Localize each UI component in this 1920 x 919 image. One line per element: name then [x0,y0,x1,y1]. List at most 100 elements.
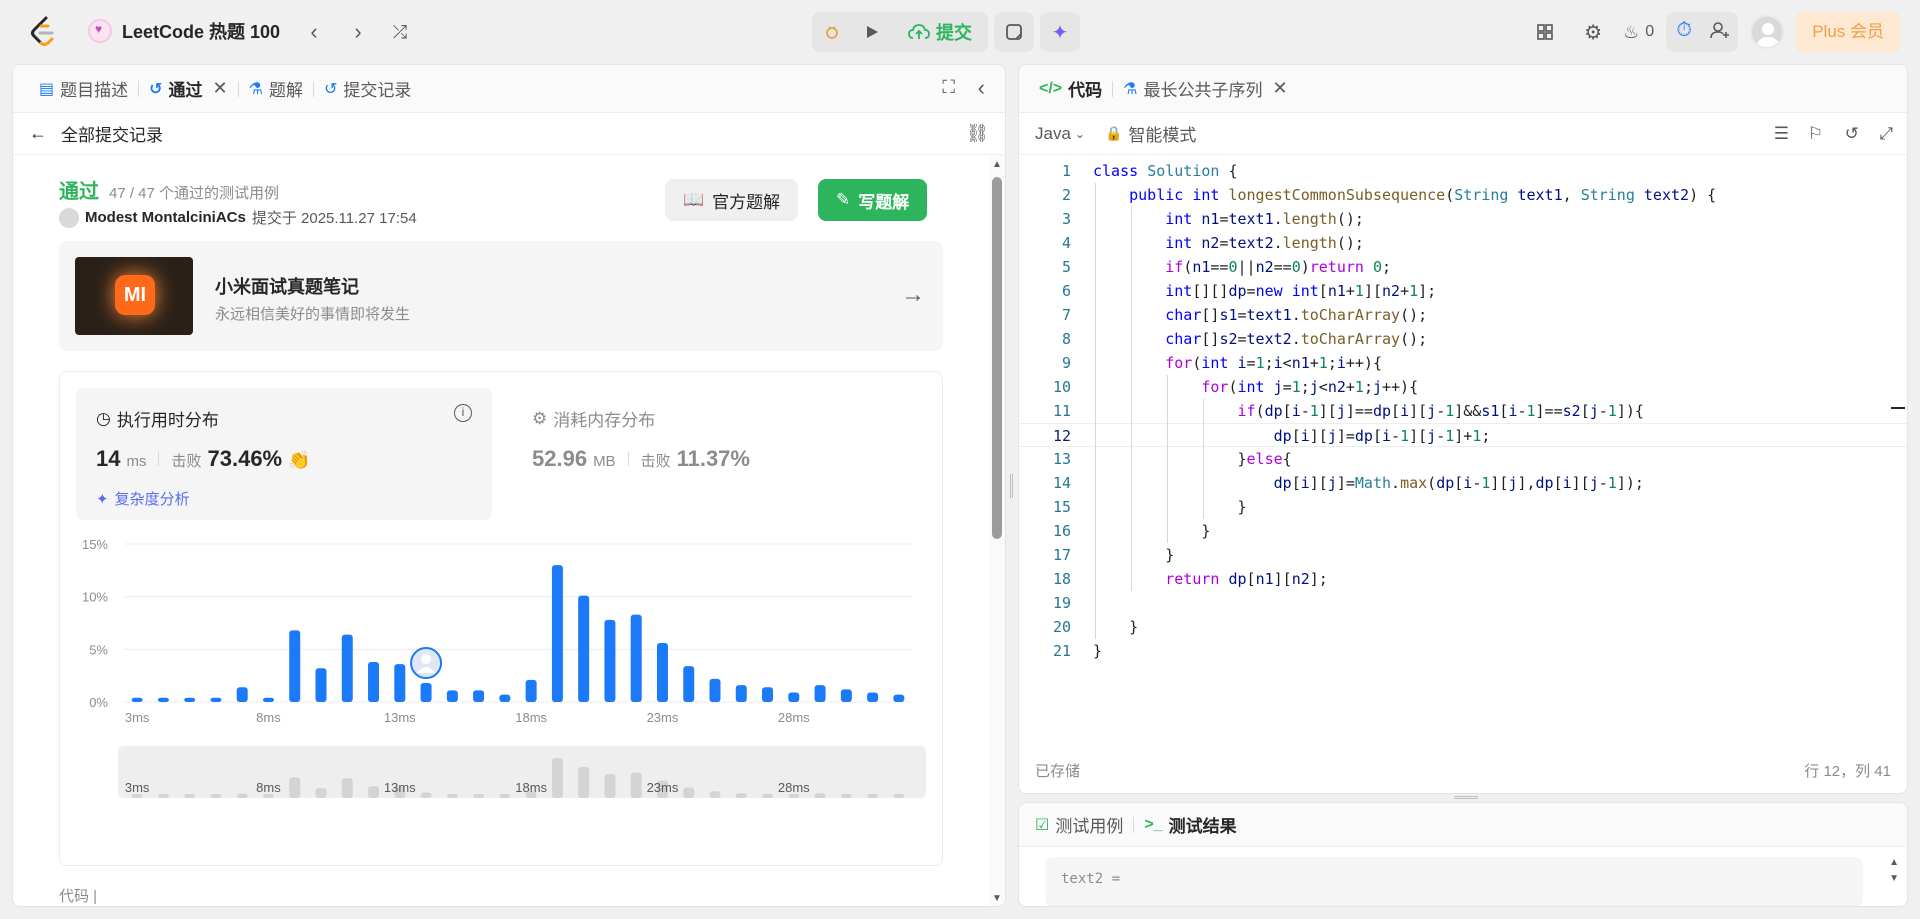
line-number: 8 [1061,330,1071,348]
streak-counter[interactable]: ♨ 0 [1623,22,1654,43]
x-tick-label: 18ms [515,710,547,725]
code-line[interactable]: 16 } [1019,519,1907,543]
code-line[interactable]: 10 for(int j=1;j<n2+1;j++){ [1019,375,1907,399]
line-number: 9 [1061,354,1071,372]
write-solution-button[interactable]: ✎ 写题解 [818,179,928,221]
tab-problem-note[interactable]: ⚗ 最长公共子序列 ✕ [1113,65,1297,113]
note-button[interactable] [994,12,1034,52]
tab-test-result[interactable]: >_ 测试结果 [1134,803,1246,847]
code-line[interactable]: 12 dp[i][j]=dp[i-1][j-1]+1; [1019,423,1907,447]
code-line[interactable]: 6 int[][]dp=new int[n1+1][n2+1]; [1019,279,1907,303]
code-line[interactable]: 2 public int longestCommonSubsequence(St… [1019,183,1907,207]
promo-card[interactable]: MI 小米面试真题笔记 永远相信美好的事情即将发生 → [59,241,943,351]
ai-button[interactable]: ✦ [1040,12,1080,52]
indent-guide [1131,207,1133,591]
code-line[interactable]: 13 }else{ [1019,447,1907,471]
add-friend-icon[interactable] [1702,12,1738,48]
user-avatar[interactable] [1750,15,1785,49]
timer-icon[interactable]: ⏱ [1666,12,1702,48]
leetcode-logo-icon[interactable] [28,16,58,48]
plus-membership-button[interactable]: Plus 会员 [1796,12,1900,52]
chart-bar [762,687,774,702]
arrow-right-icon[interactable]: → [901,281,925,309]
code-line[interactable]: 8 char[]s2=text2.toCharArray(); [1019,327,1907,351]
horizontal-splitter[interactable] [1454,796,1478,799]
collapse-icon[interactable]: ‹ [978,75,985,101]
editor-toolbar: Java ⌄ 🔒 智能模式 ☰ ⚐ ↺ ⤢ [1019,113,1907,155]
line-number: 12 [1052,427,1071,445]
debug-icon[interactable] [812,12,852,52]
settings-gear-icon[interactable]: ⚙ [1575,14,1611,50]
prev-problem-icon[interactable]: ‹ [302,20,326,44]
layout-icon[interactable] [1527,14,1563,50]
save-status: 已存储 [1035,763,1081,780]
code-line[interactable]: 21} [1019,639,1907,663]
reset-icon[interactable]: ↺ [1845,124,1859,144]
code-line[interactable]: 20 } [1019,615,1907,639]
code-editor[interactable]: 1 class Solution {2 public int longestCom… [1019,155,1907,745]
code-text: char[]s2=text2.toCharArray(); [1165,330,1428,348]
chevron-down-icon[interactable]: ⌄ [1075,127,1085,141]
y-tick-label: 5% [89,642,108,657]
code-line[interactable]: 9 for(int i=1;i<n1+1;i++){ [1019,351,1907,375]
close-tab-icon[interactable]: ✕ [213,78,228,99]
expand-icon[interactable]: ⤢ [1879,124,1893,144]
runtime-distribution-chart[interactable]: 15% 10% 5% 0% 3ms 8ms 13ms 18ms 23ms 28ms 3ms 8ms 13… [60,530,944,865]
memory-beat: 11.37% [676,446,750,471]
code-line[interactable]: 18 return dp[n1][n2]; [1019,567,1907,591]
tab-submissions[interactable]: ↺ 提交记录 [314,65,421,113]
smart-mode-label[interactable]: 智能模式 [1128,121,1196,146]
vertical-splitter[interactable] [1010,474,1013,498]
problem-list-selector[interactable]: LeetCode 热题 100 [88,18,280,44]
tab-code[interactable]: </> 代码 [1029,65,1112,113]
format-icon[interactable]: ☰ [1774,124,1789,144]
code-line[interactable]: 11 if(dp[i-1][j]==dp[i][j-1]&&s1[i-1]==s… [1019,399,1907,423]
scroll-up-icon[interactable]: ▲ [992,159,1002,170]
code-line[interactable]: 14 dp[i][j]=Math.max(dp[i-1][j],dp[i][j-… [1019,471,1907,495]
top-bar: LeetCode 热题 100 ‹ › ⤮ 提交 ✦ [0,0,1920,64]
chart-bar [578,595,590,702]
code-line[interactable]: 19 [1019,591,1907,615]
next-problem-icon[interactable]: › [346,20,370,44]
code-line[interactable]: 3 int n1=text1.length(); [1019,207,1907,231]
memory-summary[interactable]: ⚙ 消耗内存分布 52.96 MB 击败 11.37% [512,388,928,520]
tab-accepted[interactable]: ↺ 通过 ✕ [139,65,238,113]
runtime-summary[interactable]: ◷ 执行用时分布 i 14 ms 击败 73.46% 👏 ✦ 复杂度分析 [76,388,492,520]
code-line[interactable]: 17 } [1019,543,1907,567]
code-text: int[][]dp=new int[n1+1][n2+1]; [1165,282,1437,300]
fullscreen-icon[interactable]: ⛶ [942,77,955,98]
shuffle-icon[interactable]: ⤮ [388,20,412,44]
scroll-down-icon[interactable]: ▼ [992,893,1002,904]
code-line[interactable]: 15 } [1019,495,1907,519]
link-icon[interactable]: ⛓ [966,123,989,144]
code-line[interactable]: 7 char[]s1=text1.toCharArray(); [1019,303,1907,327]
submit-button[interactable]: 提交 [892,12,988,52]
code-line[interactable]: 1 class Solution { [1019,159,1907,183]
tab-solutions[interactable]: ⚗ 题解 [239,65,313,113]
scroll-thumb[interactable] [992,177,1002,539]
overview-tick-label: 8ms [256,780,281,795]
close-tab-icon[interactable]: ✕ [1272,78,1287,99]
test-input-field[interactable]: text2 = [1045,857,1863,906]
complexity-analysis-link[interactable]: ✦ 复杂度分析 [96,488,190,509]
code-line[interactable]: 5 if(n1==0||n2==0)return 0; [1019,255,1907,279]
info-icon[interactable]: i [454,404,472,422]
tab-testcases[interactable]: ☑ 测试用例 [1025,803,1133,847]
overview-bar [499,794,511,798]
write-solution-label: 写题解 [858,192,910,212]
author-name[interactable]: Modest MontalciniACs [85,209,246,226]
left-scrollbar[interactable]: ▲ ▼ [989,155,1005,906]
official-solution-button[interactable]: 📖 官方题解 [665,179,799,221]
run-icon[interactable] [852,12,892,52]
test-scroll-arrows[interactable]: ▲ ▼ [1889,855,1899,887]
editor-panel: </> 代码 ⚗ 最长公共子序列 ✕ Java ⌄ 🔒 智能模式 ☰ ⚐ ↺ ⤢… [1018,64,1908,794]
back-arrow-icon[interactable]: ← [29,123,47,144]
bookmark-icon[interactable]: ⚐ [1808,124,1823,144]
tab-description[interactable]: ▤ 题目描述 [29,65,138,113]
language-selector[interactable]: Java [1035,124,1071,144]
beat-label: 击败 [640,453,671,470]
all-submissions-link[interactable]: 全部提交记录 [61,121,163,146]
line-number: 19 [1052,594,1071,612]
history-icon: ↺ [323,80,338,98]
code-line[interactable]: 4 int n2=text2.length(); [1019,231,1907,255]
